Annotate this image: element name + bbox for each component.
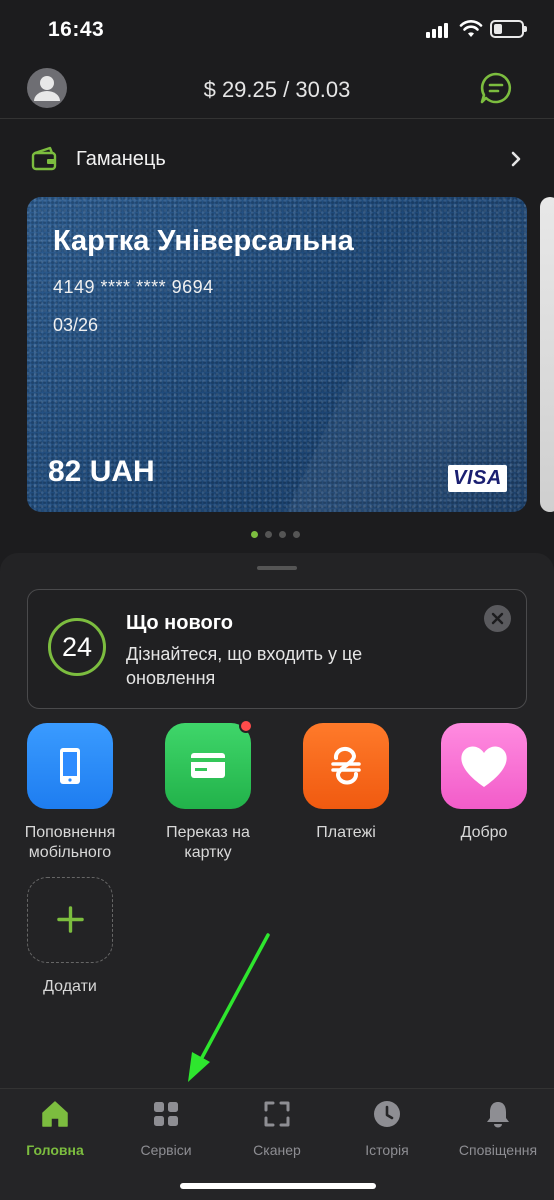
pager-dot[interactable]: [293, 531, 300, 538]
service-charity[interactable]: Добро: [419, 723, 549, 843]
home-icon: [42, 1101, 68, 1127]
card-number: 4149 **** **** 9694: [53, 277, 214, 297]
notification-dot: [239, 719, 253, 733]
service-top-up-mobile[interactable]: Поповнення мобільного: [5, 723, 135, 863]
service-tile[interactable]: [165, 719, 253, 809]
battery-low-icon: [490, 20, 527, 38]
header-divider: [0, 118, 554, 119]
scanner-icon: [264, 1101, 290, 1127]
tab-label: Сервіси: [140, 1142, 192, 1158]
service-card-transfer[interactable]: Переказ на картку: [143, 719, 273, 863]
card-balance: 82 UAH: [48, 455, 155, 488]
visa-logo: VISA: [448, 465, 507, 492]
status-bar: 16:43: [0, 0, 554, 60]
service-label: Добро: [460, 824, 508, 841]
news-title: Що нового: [126, 612, 233, 634]
grid-icon: [154, 1102, 178, 1126]
pager-dot[interactable]: [251, 531, 258, 538]
tab-scanner[interactable]: Сканер: [222, 1099, 332, 1158]
tab-label: Історія: [365, 1142, 409, 1158]
annotation-arrow-icon: [188, 933, 270, 1082]
chat-bubble-icon[interactable]: [478, 70, 514, 106]
tab-label: Сповіщення: [458, 1142, 538, 1158]
service-payments[interactable]: Платежі: [281, 723, 411, 843]
tab-services[interactable]: Сервіси: [111, 1099, 221, 1158]
service-tile[interactable]: [27, 723, 113, 809]
next-card-peek[interactable]: [540, 197, 554, 512]
sheet-grabber[interactable]: [257, 566, 297, 570]
tab-notifications[interactable]: Сповіщення: [443, 1099, 553, 1158]
bottom-tab-bar: Головна Сервіси Сканер Історія Сповіщенн…: [0, 1088, 554, 1200]
service-tile[interactable]: [303, 723, 389, 809]
news-text: Дізнайтеся, що входить у це оновлення: [126, 644, 363, 688]
wallet-icon: [31, 146, 57, 171]
service-tile[interactable]: [27, 877, 113, 963]
service-label: Платежі: [316, 824, 376, 841]
wallet-row[interactable]: Гаманець: [0, 140, 554, 180]
exchange-rate[interactable]: $ 29.25 / 30.03: [0, 77, 554, 103]
pager-dot[interactable]: [279, 531, 286, 538]
service-add[interactable]: Додати: [5, 877, 135, 997]
card-expiry: 03/26: [53, 315, 99, 335]
tab-label: Головна: [26, 1142, 84, 1158]
home-indicator[interactable]: [180, 1183, 376, 1189]
bell-icon: [487, 1102, 509, 1128]
wifi-icon: [459, 20, 483, 37]
cellular-signal-icon: [426, 22, 450, 38]
heart-icon: [461, 746, 507, 787]
credit-card-icon: [191, 753, 225, 778]
chevron-right-icon[interactable]: [508, 149, 524, 169]
clock-icon: [374, 1101, 400, 1127]
service-label: Поповнення мобільного: [24, 824, 116, 861]
tab-label: Сканер: [253, 1142, 301, 1158]
status-time: 16:43: [48, 18, 105, 41]
close-icon[interactable]: [484, 605, 511, 632]
wallet-label: Гаманець: [76, 148, 166, 170]
service-label: Переказ на картку: [166, 824, 250, 861]
pager-dot[interactable]: [265, 531, 272, 538]
hryvnia-icon: [331, 747, 361, 785]
service-tile[interactable]: [441, 723, 527, 809]
tab-home[interactable]: Головна: [0, 1099, 110, 1158]
smartphone-icon: [60, 748, 80, 784]
plus-icon: [56, 906, 84, 933]
top-header: $ 29.25 / 30.03: [0, 68, 554, 112]
card-title: Картка Універсальна: [53, 225, 354, 257]
tab-history[interactable]: Історія: [332, 1099, 442, 1158]
service-label: Додати: [43, 978, 97, 995]
bank-card[interactable]: Картка Універсальна 4149 **** **** 9694 …: [27, 197, 527, 512]
version-badge: 24: [48, 618, 106, 676]
whats-new-card[interactable]: 24 Що нового Дізнайтеся, що входить у це…: [27, 589, 527, 709]
